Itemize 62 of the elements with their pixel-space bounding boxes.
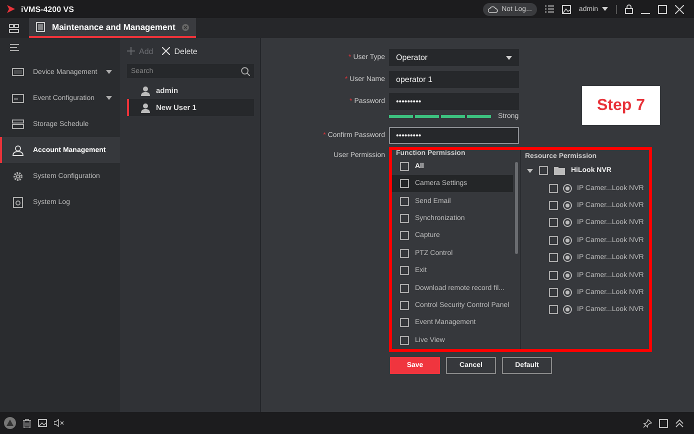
folder-icon [554,166,565,176]
plus-icon [127,47,135,55]
checkbox[interactable] [400,336,409,345]
pin-icon[interactable] [643,418,652,428]
search-icon[interactable] [241,66,250,76]
delete-button[interactable]: Delete [162,46,198,56]
logo-icon [6,4,16,14]
caret-icon [602,7,608,11]
gear-icon [12,170,24,182]
checkbox[interactable] [400,196,409,206]
caret-icon [506,56,512,60]
user-type-dropdown[interactable]: Operator [389,49,519,66]
speaker-muted-icon[interactable] [54,419,64,427]
person-icon [12,144,24,156]
tab[interactable]: Maintenance and Management [29,18,196,38]
checkbox[interactable] [400,284,409,293]
list-icon[interactable] [544,5,554,13]
menu-icon[interactable] [10,44,19,51]
trash-icon[interactable] [23,418,31,428]
checkbox[interactable] [400,318,409,328]
maximize-icon[interactable] [659,418,668,428]
image-icon[interactable] [562,4,571,14]
document-icon [12,196,24,208]
caret-icon [106,96,112,100]
checkbox[interactable] [400,214,409,224]
checkbox[interactable] [549,270,558,280]
checkbox[interactable] [549,236,558,245]
checkbox[interactable] [539,166,548,176]
person-icon [141,102,150,112]
checkbox[interactable] [549,200,558,210]
monitor-icon [12,66,24,78]
checkbox[interactable] [400,179,409,188]
panel-icon [12,92,24,104]
scrollbar[interactable] [515,162,518,254]
maximize-icon[interactable] [658,4,667,14]
checkbox[interactable] [400,266,409,276]
cloud-icon [488,5,498,13]
window-title: iVMS-4200 VS [21,4,74,14]
checkbox[interactable] [549,253,558,262]
person-icon [141,86,150,96]
image-icon[interactable] [38,419,47,427]
storage-icon [12,118,24,130]
password-field[interactable]: ••••••••• [389,127,519,144]
grid-icon[interactable] [9,24,19,32]
checkbox[interactable] [400,301,409,310]
document-icon [36,22,45,32]
checkbox[interactable] [549,184,558,193]
checkbox[interactable] [400,231,409,240]
expand-arrow-icon[interactable] [527,168,533,173]
close-icon [162,47,170,55]
checkbox[interactable] [400,162,409,171]
warning-icon[interactable] [4,417,16,429]
checkbox[interactable] [549,305,558,314]
caret-icon [106,70,112,74]
checkbox[interactable] [400,248,409,258]
input-field[interactable]: operator 1 [389,71,519,88]
lock-icon[interactable] [625,4,633,14]
checkbox[interactable] [549,288,558,297]
checkbox[interactable] [549,218,558,228]
password-field[interactable]: ••••••••• [389,93,519,110]
step-label: Step 7 [582,86,660,125]
chevron-up-icon[interactable] [675,418,684,428]
